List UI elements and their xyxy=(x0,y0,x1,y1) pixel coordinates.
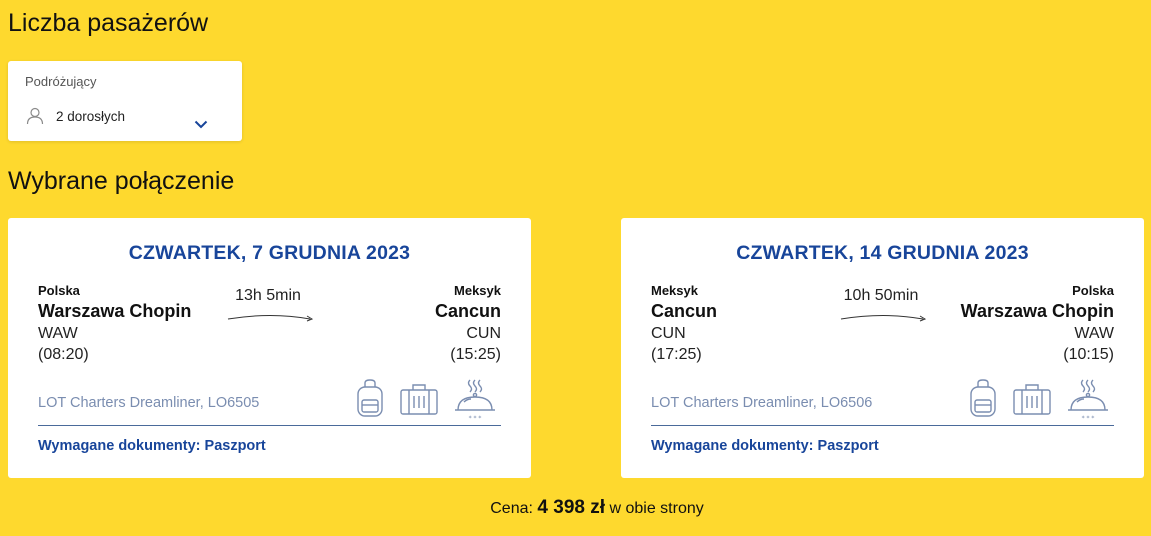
arrow-right-icon xyxy=(227,315,314,322)
flight-date: CZWARTEK, 7 GRUDNIA 2023 xyxy=(128,242,411,264)
origin-city: Warszawa Chopin xyxy=(38,301,192,321)
svg-text:* * *: * * * xyxy=(1082,415,1095,422)
origin-code: WAW xyxy=(38,325,78,342)
arrow-right-icon xyxy=(840,315,927,322)
divider xyxy=(651,425,1114,426)
origin-country: Polska xyxy=(38,283,80,298)
svg-text:* * *: * * * xyxy=(469,415,482,422)
suitcase-icon xyxy=(1013,384,1051,415)
price-summary: Cena: 4 398 zł w obie strony xyxy=(0,497,1151,519)
destination-country: Polska xyxy=(1072,283,1114,298)
origin-code: CUN xyxy=(651,325,686,342)
flight-duration: 10h 50min xyxy=(843,287,919,304)
flight-date: CZWARTEK, 14 GRUDNIA 2023 xyxy=(736,242,1029,264)
departure-time: (17:25) xyxy=(651,346,702,363)
aircraft-info: LOT Charters Dreamliner, LO6506 xyxy=(651,395,873,411)
departure-time: (08:20) xyxy=(38,346,89,363)
destination-code: CUN xyxy=(466,325,501,342)
amenities: * * * xyxy=(355,378,505,422)
return-flight-card: CZWARTEK, 14 GRUDNIA 2023 Meksyk Cancun … xyxy=(621,218,1144,478)
arrival-time: (15:25) xyxy=(450,346,501,363)
backpack-icon xyxy=(357,379,383,417)
origin-country: Meksyk xyxy=(651,283,698,298)
destination-country: Meksyk xyxy=(454,283,501,298)
required-documents: Wymagane dokumenty: Paszport xyxy=(38,438,266,454)
passengers-section-title: Liczba pasażerów xyxy=(8,9,209,37)
arrival-time: (10:15) xyxy=(1063,346,1114,363)
backpack-icon xyxy=(970,379,996,417)
destination-city: Cancun xyxy=(434,301,501,321)
meal-icon: * * * xyxy=(1068,379,1108,422)
outbound-flight-card: CZWARTEK, 7 GRUDNIA 2023 Polska Warszawa… xyxy=(8,218,531,478)
divider xyxy=(38,425,501,426)
aircraft-info: LOT Charters Dreamliner, LO6505 xyxy=(38,395,260,411)
price-suffix: w obie strony xyxy=(609,500,704,517)
suitcase-icon xyxy=(400,384,438,415)
passenger-field-label: Podróżujący xyxy=(25,74,97,89)
destination-city: Warszawa Chopin xyxy=(960,301,1114,321)
price-amount: 4 398 zł xyxy=(537,497,606,518)
flight-duration: 13h 5min xyxy=(235,287,301,304)
chevron-down-icon[interactable] xyxy=(194,120,208,129)
amenities: * * * xyxy=(968,378,1118,422)
required-documents: Wymagane dokumenty: Paszport xyxy=(651,438,879,454)
origin-city: Cancun xyxy=(651,301,718,321)
person-icon xyxy=(26,107,44,125)
meal-icon: * * * xyxy=(455,379,495,422)
passenger-count-select[interactable]: Podróżujący 2 dorosłych xyxy=(8,61,242,141)
price-label: Cena: xyxy=(490,500,533,517)
passenger-count-value: 2 dorosłych xyxy=(56,109,126,124)
selected-connection-title: Wybrane połączenie xyxy=(8,167,235,195)
destination-code: WAW xyxy=(1074,325,1114,342)
